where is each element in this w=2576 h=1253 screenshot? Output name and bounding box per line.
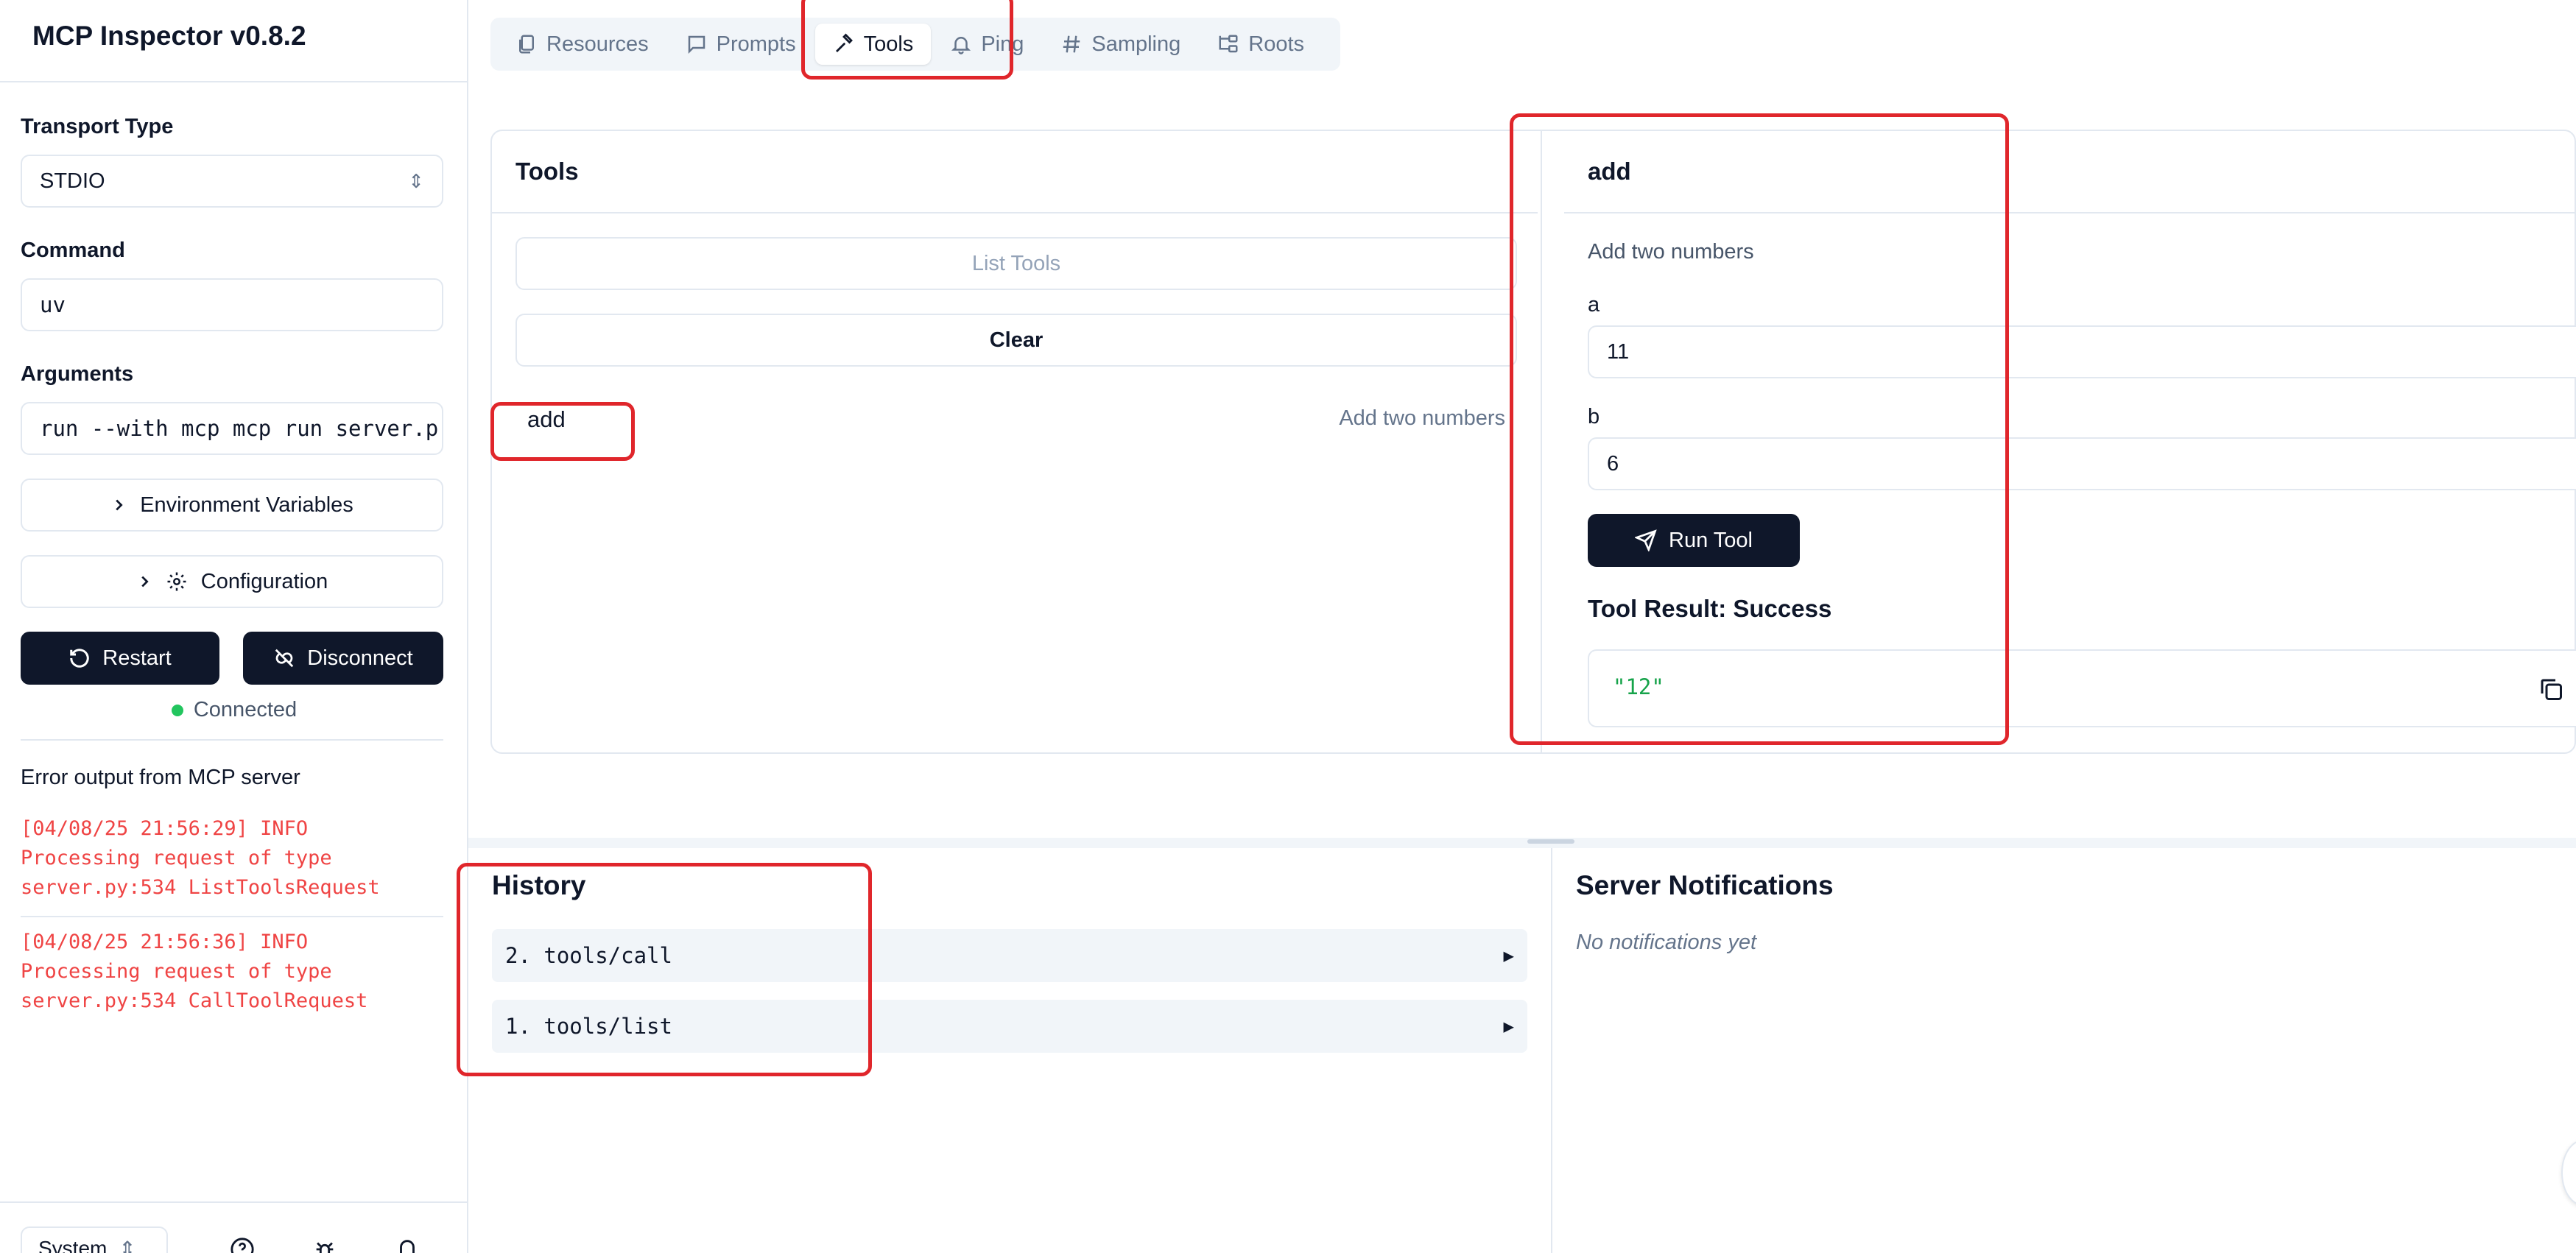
command-label: Command <box>21 239 125 262</box>
transport-type-select[interactable]: STDIO ⇕ <box>21 155 443 208</box>
tab-resources[interactable]: Resources <box>498 24 666 65</box>
divider <box>0 1201 467 1203</box>
gear-icon <box>167 572 186 591</box>
resize-splitter[interactable] <box>468 838 2576 848</box>
message-icon <box>688 35 705 54</box>
tools-panel-title: Tools <box>515 158 579 185</box>
configuration-label: Configuration <box>200 569 328 593</box>
theme-value: System <box>38 1237 108 1253</box>
copy-icon[interactable] <box>2538 676 2564 702</box>
theme-select[interactable]: System ⇕ <box>21 1226 168 1253</box>
rotate-ccw-icon <box>70 649 89 668</box>
tab-sampling[interactable]: Sampling <box>1043 24 1198 65</box>
divider <box>0 81 467 82</box>
expand-arrow-icon: ▶ <box>1503 945 1514 966</box>
expand-arrow-icon: ▶ <box>1503 1016 1514 1037</box>
status-dot-icon <box>171 704 183 716</box>
app-title: MCP Inspector v0.8.2 <box>32 21 306 51</box>
server-notifications-title: Server Notifications <box>1576 870 1834 900</box>
environment-variables-button[interactable]: Environment Variables <box>21 479 443 532</box>
disconnect-label: Disconnect <box>307 646 413 670</box>
github-icon[interactable] <box>395 1237 420 1253</box>
tab-prompts[interactable]: Prompts <box>668 24 814 65</box>
unplug-icon <box>275 649 294 668</box>
floating-action-button[interactable] <box>2561 1140 2576 1206</box>
tab-label: Sampling <box>1091 32 1181 56</box>
restart-button[interactable]: Restart <box>21 632 219 685</box>
help-circle-icon[interactable] <box>230 1237 255 1253</box>
connection-status-label: Connected <box>193 698 298 721</box>
restart-label: Restart <box>102 646 172 670</box>
hash-icon <box>1063 35 1080 53</box>
annotation-box <box>1510 113 2009 745</box>
splitter-grip-icon[interactable] <box>1527 839 1574 844</box>
command-input[interactable]: uv <box>21 278 443 331</box>
tab-label: Resources <box>546 32 649 56</box>
tab-label: Prompts <box>716 32 796 56</box>
notifications-empty-text: No notifications yet <box>1576 931 1757 954</box>
transport-type-label: Transport Type <box>21 115 174 138</box>
arguments-input[interactable]: run --with mcp mcp run server.p <box>21 402 443 455</box>
chevron-updown-icon: ⇕ <box>408 169 424 192</box>
environment-variables-label: Environment Variables <box>140 493 353 517</box>
annotation-box <box>801 0 1013 80</box>
log-entry: [04/08/25 21:56:29] INFO Processing requ… <box>21 817 380 899</box>
list-tools-button[interactable]: List Tools <box>515 237 1517 290</box>
bug-icon[interactable] <box>312 1237 337 1253</box>
divider <box>492 212 1538 213</box>
connection-status: Connected <box>0 698 468 722</box>
tool-item-description[interactable]: Add two numbers <box>1105 406 1505 431</box>
divider <box>1551 848 1552 1253</box>
clear-button[interactable]: Clear <box>515 314 1517 367</box>
configuration-button[interactable]: Configuration <box>21 555 443 608</box>
error-output-title: Error output from MCP server <box>21 766 300 789</box>
log-entry: [04/08/25 21:56:36] INFO Processing requ… <box>21 931 368 1012</box>
files-icon <box>519 35 534 54</box>
divider <box>21 739 443 741</box>
transport-type-value: STDIO <box>40 169 105 193</box>
chevron-updown-icon: ⇕ <box>119 1237 136 1253</box>
tab-label: Roots <box>1248 32 1305 56</box>
arguments-label: Arguments <box>21 362 134 386</box>
tab-roots[interactable]: Roots <box>1200 24 1322 65</box>
annotation-box <box>457 863 872 1076</box>
disconnect-button[interactable]: Disconnect <box>243 632 443 685</box>
chevron-right-icon <box>141 576 149 587</box>
divider <box>21 916 443 917</box>
folder-tree-icon <box>1219 35 1238 53</box>
chevron-right-icon <box>116 499 123 511</box>
annotation-box <box>490 402 635 461</box>
